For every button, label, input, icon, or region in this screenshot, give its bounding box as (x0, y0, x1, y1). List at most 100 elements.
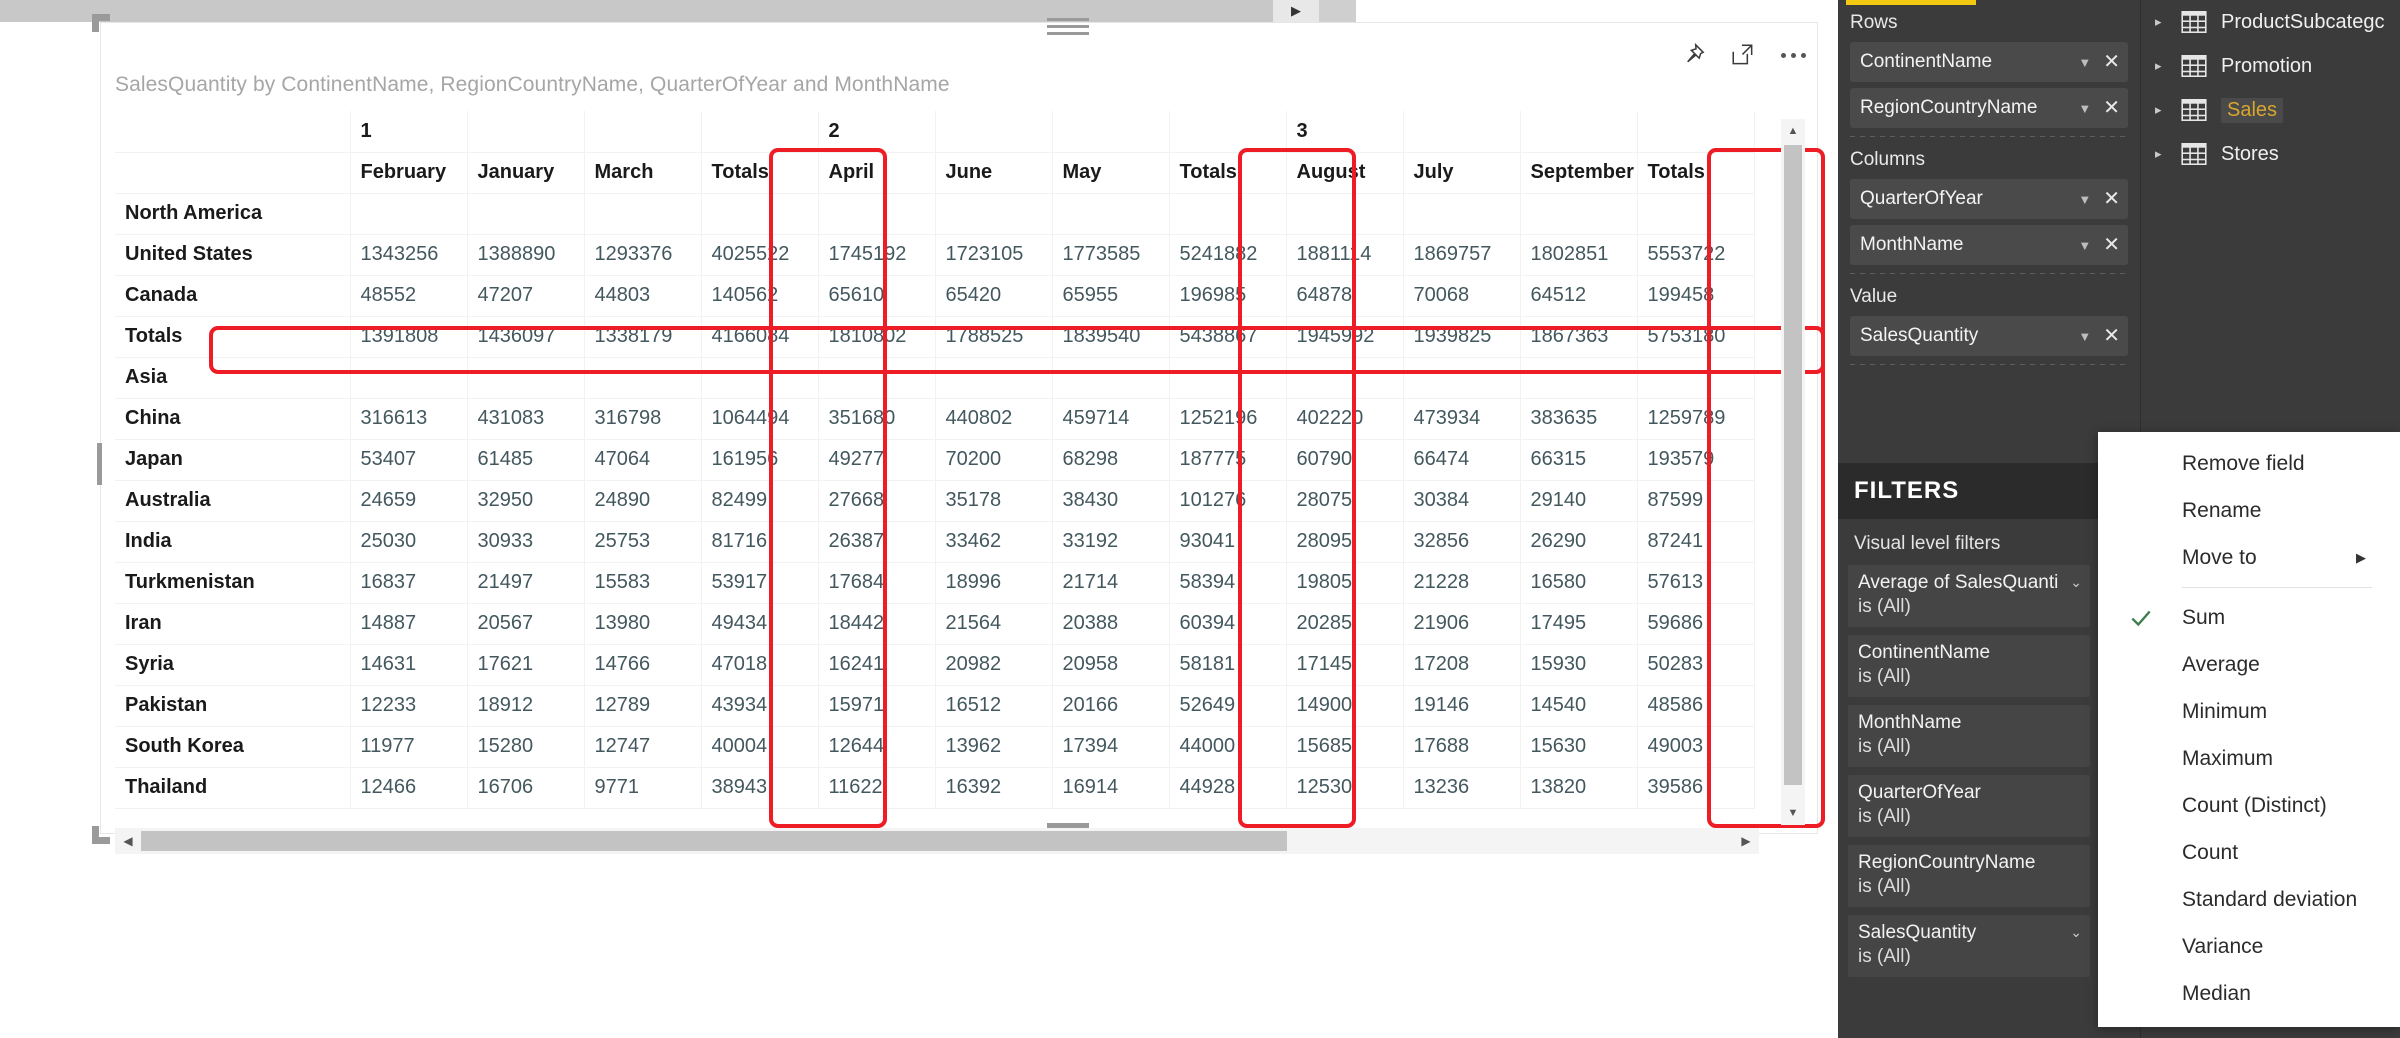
matrix-cell[interactable]: 383635 (1520, 398, 1637, 439)
matrix-cell[interactable]: 66474 (1403, 439, 1520, 480)
filter-card-quarterofyear[interactable]: QuarterOfYearis (All) (1848, 775, 2090, 837)
matrix-cell[interactable]: 47018 (701, 644, 818, 685)
matrix-visual-container[interactable]: SalesQuantity by ContinentName, RegionCo… (100, 22, 1818, 834)
matrix-cell[interactable]: 27668 (818, 480, 935, 521)
matrix-cell[interactable]: 13980 (584, 603, 701, 644)
field-list-item-sales[interactable]: ▸Sales (2141, 88, 2400, 132)
matrix-cell[interactable]: 13962 (935, 726, 1052, 767)
matrix-cell[interactable]: 12466 (350, 767, 467, 808)
field-well-monthname[interactable]: MonthName▼✕ (1850, 225, 2128, 265)
matrix-cell[interactable]: 49277 (818, 439, 935, 480)
matrix-cell[interactable]: 1388890 (467, 234, 584, 275)
column-header-september-10[interactable]: September (1520, 152, 1637, 193)
matrix-cell[interactable]: 70068 (1403, 275, 1520, 316)
table-row[interactable]: Iran148872056713980494341844221564203886… (115, 603, 1754, 644)
more-options-icon[interactable] (1779, 41, 1807, 69)
matrix-cell[interactable]: 64512 (1520, 275, 1637, 316)
filter-card-salesquantity[interactable]: SalesQuantityis (All)⌄ (1848, 915, 2090, 977)
chevron-right-icon[interactable]: ▸ (2155, 58, 2167, 74)
matrix-cell[interactable]: 24890 (584, 480, 701, 521)
chevron-right-icon[interactable]: ▸ (2155, 14, 2167, 30)
matrix-cell[interactable]: 140562 (701, 275, 818, 316)
chevron-down-icon[interactable]: ▼ (2078, 101, 2091, 116)
field-list-item-stores[interactable]: ▸Stores (2141, 132, 2400, 176)
matrix-cell[interactable]: 1338179 (584, 316, 701, 357)
matrix-cell[interactable]: 9771 (584, 767, 701, 808)
row-label[interactable]: Japan (115, 439, 350, 480)
matrix-cell[interactable]: 5753180 (1637, 316, 1754, 357)
matrix-cell[interactable]: 53407 (350, 439, 467, 480)
top-scrollbar-track-tail[interactable] (1319, 0, 1356, 22)
matrix-cell[interactable]: 101276 (1169, 480, 1286, 521)
matrix-cell[interactable]: 35178 (935, 480, 1052, 521)
row-label[interactable]: China (115, 398, 350, 439)
pin-icon[interactable] (1679, 41, 1707, 69)
table-row[interactable]: Australia2465932950248908249927668351783… (115, 480, 1754, 521)
column-header-february-0[interactable]: February (350, 152, 467, 193)
matrix-cell[interactable]: 16392 (935, 767, 1052, 808)
matrix-cell[interactable]: 25753 (584, 521, 701, 562)
matrix-cell[interactable]: 70200 (935, 439, 1052, 480)
row-label[interactable]: Canada (115, 275, 350, 316)
matrix-cell[interactable]: 14631 (350, 644, 467, 685)
matrix-cell[interactable]: 40004 (701, 726, 818, 767)
matrix-cell[interactable]: 47064 (584, 439, 701, 480)
matrix-cell[interactable]: 48552 (350, 275, 467, 316)
matrix-hscroll-thumb[interactable] (141, 831, 1287, 851)
resize-handle-top-center-b[interactable] (1047, 25, 1089, 28)
chevron-down-icon[interactable]: ▼ (2078, 238, 2091, 253)
matrix-cell[interactable]: 1788525 (935, 316, 1052, 357)
quarter-header-1[interactable]: 1 (350, 111, 467, 152)
group-totals-row[interactable]: Totals1391808143609713381794166084181080… (115, 316, 1754, 357)
matrix-cell[interactable]: 58181 (1169, 644, 1286, 685)
matrix-cell[interactable]: 49434 (701, 603, 818, 644)
column-header-totals-11[interactable]: Totals (1637, 152, 1754, 193)
matrix-cell[interactable]: 5438867 (1169, 316, 1286, 357)
chevron-down-icon[interactable]: ⌄ (2070, 574, 2082, 591)
matrix-cell[interactable]: 19805 (1286, 562, 1403, 603)
matrix-vertical-scrollbar[interactable]: ▲ ▼ (1781, 119, 1805, 825)
matrix-vscroll-down-arrow[interactable]: ▼ (1781, 801, 1805, 825)
matrix-cell[interactable]: 21228 (1403, 562, 1520, 603)
matrix-cell[interactable]: 15930 (1520, 644, 1637, 685)
matrix-cell[interactable]: 24659 (350, 480, 467, 521)
context-menu-item-median[interactable]: Median (2098, 970, 2400, 1017)
column-header-july-9[interactable]: July (1403, 152, 1520, 193)
field-list-item-promotion[interactable]: ▸Promotion (2141, 44, 2400, 88)
row-label[interactable]: Syria (115, 644, 350, 685)
field-context-menu[interactable]: Remove fieldRenameMove to▶SumAverageMini… (2098, 432, 2400, 1027)
matrix-cell[interactable]: 15583 (584, 562, 701, 603)
matrix-cell[interactable]: 16512 (935, 685, 1052, 726)
matrix-cell[interactable]: 440802 (935, 398, 1052, 439)
column-header-totals-3[interactable]: Totals (701, 152, 818, 193)
matrix-cell[interactable]: 1259789 (1637, 398, 1754, 439)
matrix-cell[interactable]: 1343256 (350, 234, 467, 275)
matrix-cell[interactable]: 20567 (467, 603, 584, 644)
filter-card-average-of-salesquanti[interactable]: Average of SalesQuantiis (All)⌄ (1848, 565, 2090, 627)
matrix-cell[interactable]: 26387 (818, 521, 935, 562)
close-icon[interactable]: ✕ (2103, 189, 2120, 209)
matrix-cell[interactable]: 431083 (467, 398, 584, 439)
matrix-cell[interactable]: 193579 (1637, 439, 1754, 480)
field-well-continentname[interactable]: ContinentName▼✕ (1850, 42, 2128, 82)
table-row[interactable]: Japan53407614854706416195649277702006829… (115, 439, 1754, 480)
matrix-cell[interactable]: 17684 (818, 562, 935, 603)
context-menu-item-remove-field[interactable]: Remove field (2098, 440, 2400, 487)
table-row[interactable]: Turkmenistan1683721497155835391717684189… (115, 562, 1754, 603)
matrix-cell[interactable]: 93041 (1169, 521, 1286, 562)
table-row[interactable]: India25030309332575381716263873346233192… (115, 521, 1754, 562)
matrix-cell[interactable]: 459714 (1052, 398, 1169, 439)
matrix-cell[interactable]: 28075 (1286, 480, 1403, 521)
column-header-august-8[interactable]: August (1286, 152, 1403, 193)
filter-card-monthname[interactable]: MonthNameis (All) (1848, 705, 2090, 767)
top-horizontal-scrollbar[interactable]: ▶ (0, 0, 1356, 22)
table-row[interactable]: Canada4855247207448031405626561065420659… (115, 275, 1754, 316)
matrix-cell[interactable]: 14540 (1520, 685, 1637, 726)
matrix-cell[interactable]: 1945992 (1286, 316, 1403, 357)
matrix-cell[interactable]: 32950 (467, 480, 584, 521)
matrix-cell[interactable]: 1810802 (818, 316, 935, 357)
matrix-cell[interactable]: 44803 (584, 275, 701, 316)
row-label[interactable]: Asia (115, 357, 350, 398)
matrix-cell[interactable]: 53917 (701, 562, 818, 603)
matrix-cell[interactable]: 68298 (1052, 439, 1169, 480)
